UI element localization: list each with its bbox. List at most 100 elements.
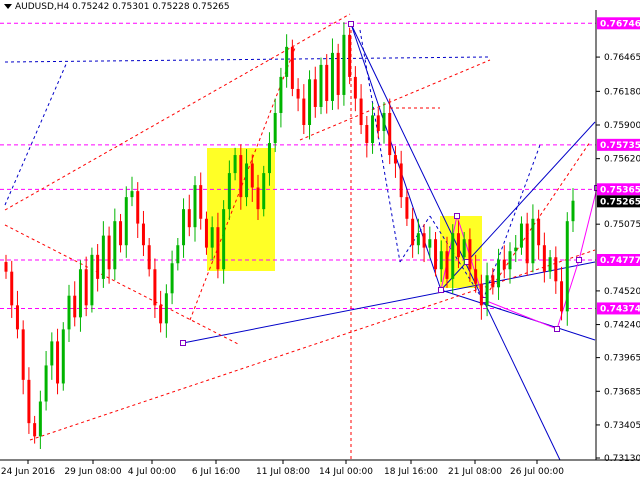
candle-body <box>61 329 65 384</box>
candle-body <box>308 79 312 126</box>
x-tick-label: 21 Jul 08:00 <box>448 467 502 477</box>
trend-line <box>182 261 596 344</box>
price-tag-label: 0.75735 <box>600 141 640 151</box>
candle-body <box>90 254 94 306</box>
candle-body <box>78 269 82 318</box>
candle-body <box>10 271 14 306</box>
candle-body <box>428 239 432 248</box>
trend-line <box>440 289 596 341</box>
trend-line <box>4 13 351 211</box>
candle-body <box>434 239 438 270</box>
candle-body <box>267 143 271 174</box>
candle-body <box>227 173 231 210</box>
candle-body <box>393 155 397 164</box>
candle-body <box>290 46 294 89</box>
candle-body <box>67 295 71 330</box>
price-chart[interactable]: 0.76465 0.76180 0.75900 0.75620 0.75075 0.745… <box>0 0 640 480</box>
price-tag-label: 0.76746 <box>600 19 640 29</box>
candle-body <box>376 115 380 132</box>
trend-line <box>4 224 241 346</box>
candle-body <box>359 98 363 126</box>
y-tick-label: 0.73130 <box>604 454 640 464</box>
candle-body <box>348 34 352 77</box>
candle-body <box>164 293 168 324</box>
candle-body <box>462 239 466 258</box>
candle-body <box>313 79 317 107</box>
candle-body <box>216 227 220 270</box>
x-tick-label: 18 Jul 16:00 <box>384 467 438 477</box>
price-tag-label: 0.74374 <box>600 304 640 314</box>
candle-body <box>44 365 48 402</box>
candle-body <box>531 218 535 264</box>
y-tick-label: 0.76465 <box>604 53 640 63</box>
candle-body <box>176 245 180 264</box>
candle-body <box>170 263 174 294</box>
candle-body <box>439 251 443 270</box>
price-tag-label: 0.75265 <box>600 197 640 207</box>
candle-body <box>353 76 357 99</box>
candle-body <box>159 305 163 324</box>
y-tick-label: 0.74240 <box>604 321 640 331</box>
line-handle <box>554 326 560 332</box>
line-handle <box>348 21 354 27</box>
candle-body <box>210 227 214 248</box>
candle-body <box>382 112 386 132</box>
line-handle <box>438 287 444 293</box>
candle-body <box>445 251 449 279</box>
candles-layer <box>4 22 575 449</box>
candle-body <box>571 200 575 222</box>
candle-body <box>256 187 260 210</box>
line-handle <box>576 257 582 263</box>
candle-body <box>182 209 186 246</box>
y-tick-label: 0.75900 <box>604 121 640 131</box>
candle-body <box>141 223 145 246</box>
candle-body <box>502 259 506 270</box>
candle-body <box>245 163 249 198</box>
x-tick-label: 29 Jun 08:00 <box>64 467 121 477</box>
price-tag-label: 0.75365 <box>600 185 640 195</box>
candle-body <box>21 329 25 380</box>
x-axis-labels: 24 Jun 2016 29 Jun 08:00 4 Jul 00:00 6 Jul … <box>1 460 564 477</box>
candle-body <box>147 245 151 270</box>
y-tick-label: 0.73685 <box>604 387 640 397</box>
y-axis-labels: 0.76465 0.76180 0.75900 0.75620 0.75075 0.745… <box>596 17 640 464</box>
levels-layer <box>0 22 596 309</box>
candle-body <box>330 52 334 101</box>
candle-body <box>342 34 346 95</box>
candle-body <box>451 233 455 279</box>
candle-body <box>508 251 512 270</box>
candle-body <box>124 197 128 246</box>
candle-body <box>296 88 300 99</box>
candle-body <box>365 125 369 144</box>
price-tag-label: 0.74777 <box>600 256 640 266</box>
candle-body <box>73 295 77 318</box>
candle-body <box>405 197 409 219</box>
candle-body <box>250 163 254 188</box>
candle-body <box>485 275 489 306</box>
candle-body <box>239 155 243 198</box>
x-tick-label: 14 Jul 00:00 <box>319 467 373 477</box>
candle-body <box>187 209 191 228</box>
candle-body <box>33 423 37 437</box>
candle-body <box>371 115 375 144</box>
candle-body <box>233 155 237 174</box>
candle-body <box>468 239 472 270</box>
candle-body <box>456 233 460 258</box>
candle-body <box>491 275 495 288</box>
candle-body <box>548 257 552 272</box>
y-tick-label: 0.76180 <box>604 87 640 97</box>
candle-body <box>319 64 323 107</box>
candle-body <box>514 247 518 252</box>
candle-body <box>38 401 42 437</box>
x-tick-label: 4 Jul 00:00 <box>128 467 177 477</box>
candle-body <box>560 281 564 312</box>
candle-body <box>279 76 283 113</box>
y-tick-label: 0.75075 <box>604 220 640 230</box>
candle-body <box>525 223 529 264</box>
candle-body <box>204 218 208 248</box>
lines-layer <box>4 13 600 461</box>
trend-line <box>299 59 491 141</box>
candle-body <box>101 235 105 279</box>
candle-body <box>222 209 226 270</box>
trend-line <box>4 56 489 63</box>
